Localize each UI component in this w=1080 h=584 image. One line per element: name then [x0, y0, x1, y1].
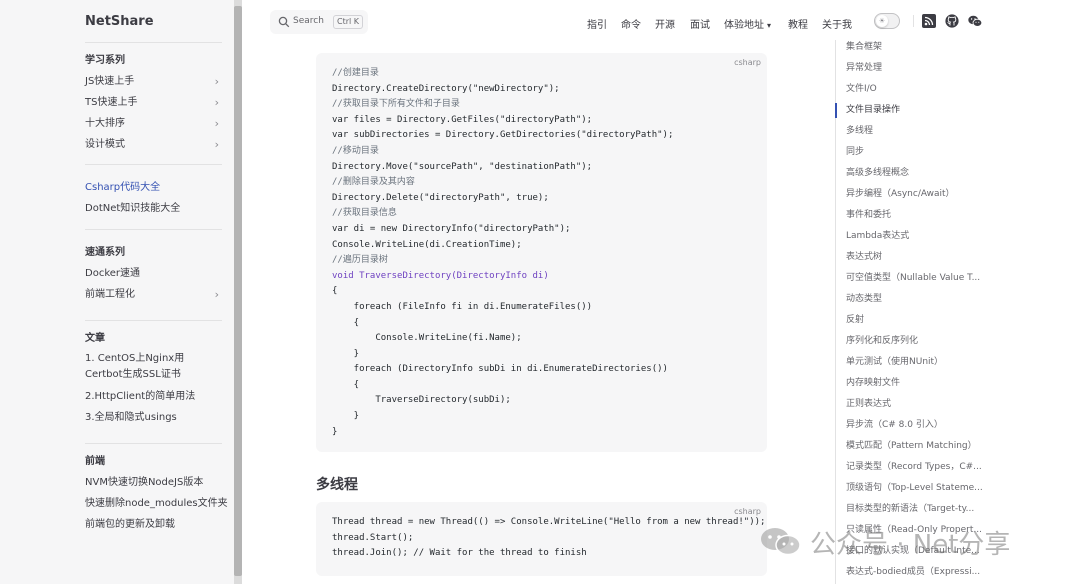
- nav-interview[interactable]: 面试: [690, 16, 710, 31]
- chevron-right-icon[interactable]: ›: [215, 92, 219, 113]
- outline-item[interactable]: 反射: [846, 313, 986, 334]
- sidebar-item-label: 前端工程化: [85, 289, 135, 300]
- sidebar-item-label: 设计模式: [85, 139, 125, 150]
- outline-item[interactable]: 异步编程（Async/Await）: [846, 187, 986, 208]
- sidebar-item-delete-node-modules[interactable]: 快速删除node_modules文件夹: [85, 493, 228, 514]
- theme-toggle[interactable]: ☀: [874, 13, 900, 29]
- outline-item[interactable]: 多线程: [846, 124, 986, 145]
- search-shortcut: Ctrl K: [333, 15, 364, 29]
- nav-opensource[interactable]: 开源: [655, 16, 675, 31]
- outline-item[interactable]: 高级多线程概念: [846, 166, 986, 187]
- outline-item[interactable]: 记录类型（Record Types，C#...: [846, 460, 986, 481]
- outline-item[interactable]: 事件和委托: [846, 208, 986, 229]
- chevron-right-icon[interactable]: ›: [215, 113, 219, 134]
- outline-item[interactable]: 序列化和反序列化: [846, 334, 986, 355]
- sidebar-item-csharp[interactable]: Csharp代码大全: [85, 177, 222, 198]
- divider: [85, 320, 222, 321]
- divider: [85, 229, 222, 230]
- outline-item[interactable]: Lambda表达式: [846, 229, 986, 250]
- nav-demo-label: 体验地址: [724, 20, 764, 31]
- sidebar-group-learning: 学习系列 JS快速上手 › TS快速上手 › 十大排序 › 设计模式 ›: [85, 50, 222, 155]
- divider: [85, 443, 222, 444]
- nav-commands[interactable]: 命令: [621, 16, 641, 31]
- wechat-logo-icon: [761, 528, 801, 556]
- outline-item[interactable]: 文件I/O: [846, 82, 986, 103]
- sidebar-item-label: JS快速上手: [85, 76, 135, 87]
- outline-item[interactable]: 同步: [846, 145, 986, 166]
- outline-item[interactable]: 模式匹配（Pattern Matching）: [846, 439, 986, 460]
- sidebar-item-dotnet[interactable]: DotNet知识技能大全: [85, 198, 222, 219]
- scrollbar-thumb[interactable]: [234, 6, 242, 576]
- sidebar-group-title: 学习系列: [85, 55, 125, 66]
- sun-icon: ☀: [876, 15, 888, 27]
- chevron-right-icon[interactable]: ›: [215, 71, 219, 92]
- sidebar-group-speedrun: 速通系列 Docker速通 前端工程化 ›: [85, 242, 222, 305]
- sidebar-group-title: 文章: [85, 333, 105, 344]
- sidebar-item-ts[interactable]: TS快速上手 ›: [85, 92, 222, 113]
- divider: [85, 42, 222, 43]
- sidebar-item-design-patterns[interactable]: 设计模式 ›: [85, 134, 222, 155]
- code-content: //创建目录 Directory.CreateDirectory("newDir…: [332, 68, 674, 437]
- outline-item[interactable]: 内存映射文件: [846, 376, 986, 397]
- nav-about[interactable]: 关于我: [822, 16, 852, 31]
- sidebar-item-sorting[interactable]: 十大排序 ›: [85, 113, 222, 134]
- divider: [913, 15, 914, 27]
- sidebar-item-article-1[interactable]: 1. CentOS上Nginx用Certbot生成SSL证书: [85, 349, 222, 386]
- sidebar: NetShare 学习系列 JS快速上手 › TS快速上手 › 十大排序 › 设计模式…: [0, 0, 234, 584]
- outline-item[interactable]: 单元测试（使用NUnit）: [846, 355, 986, 376]
- sidebar-item-docker[interactable]: Docker速通: [85, 263, 222, 284]
- github-icon[interactable]: [945, 14, 959, 28]
- outline-item[interactable]: 可空值类型（Nullable Value T...: [846, 271, 986, 292]
- sidebar-item-frontend-engineering[interactable]: 前端工程化 ›: [85, 284, 222, 305]
- outline-item[interactable]: 顶级语句（Top-Level Stateme...: [846, 481, 986, 502]
- sidebar-item-label: TS快速上手: [85, 97, 138, 108]
- sidebar-item-js[interactable]: JS快速上手 ›: [85, 71, 222, 92]
- sidebar-group-frontend: 前端 NVM快速切换NodeJS版本 快速删除node_modules文件夹 前…: [85, 451, 228, 535]
- sidebar-group-title: 速通系列: [85, 247, 125, 258]
- sidebar-item-article-3[interactable]: 3.全局和隐式usings: [85, 407, 222, 428]
- chevron-right-icon[interactable]: ›: [215, 284, 219, 305]
- outline-active-marker: [835, 103, 837, 118]
- sidebar-group-csharp: Csharp代码大全 DotNet知识技能大全: [85, 177, 222, 219]
- outline-item[interactable]: 异步流（C# 8.0 引入）: [846, 418, 986, 439]
- chevron-right-icon[interactable]: ›: [215, 134, 219, 155]
- divider: [85, 164, 222, 165]
- code-content: Thread thread = new Thread(() => Console…: [332, 517, 766, 559]
- code-block-directory: csharp //创建目录 Directory.CreateDirectory(…: [316, 53, 767, 452]
- sidebar-item-package-update[interactable]: 前端包的更新及卸载: [85, 514, 222, 535]
- outline-item-active[interactable]: 文件目录操作: [846, 103, 986, 124]
- sidebar-item-nvm[interactable]: NVM快速切换NodeJS版本: [85, 472, 222, 493]
- nav-demo[interactable]: 体验地址 ▾: [724, 16, 771, 31]
- sidebar-item-label: 十大排序: [85, 118, 125, 129]
- code-language-label: csharp: [734, 58, 761, 67]
- outline-item[interactable]: 表达式-bodied成员（Expressi...: [846, 565, 986, 584]
- rss-icon[interactable]: [922, 14, 936, 28]
- outline-item[interactable]: 异常处理: [846, 61, 986, 82]
- chevron-down-icon: ▾: [767, 21, 772, 30]
- watermark-text: 公众号 · Net分享: [810, 530, 1011, 560]
- sidebar-group-title: 前端: [85, 456, 105, 467]
- nav-tutorials[interactable]: 教程: [788, 16, 808, 31]
- search-button[interactable]: Search Ctrl K: [270, 10, 368, 34]
- site-title[interactable]: NetShare: [85, 14, 154, 29]
- wechat-icon[interactable]: [968, 14, 982, 28]
- outline-item[interactable]: 目标类型的新语法（Target-ty...: [846, 502, 986, 523]
- sidebar-group-articles: 文章 1. CentOS上Nginx用Certbot生成SSL证书 2.Http…: [85, 328, 222, 428]
- outline-track: [835, 40, 836, 584]
- page-outline: 集合框架 异常处理 文件I/O 文件目录操作 多线程 同步 高级多线程概念 异步…: [846, 40, 986, 584]
- outline-item[interactable]: 动态类型: [846, 292, 986, 313]
- search-label: Search: [293, 16, 324, 26]
- code-block-thread: csharp Thread thread = new Thread(() => …: [316, 502, 767, 576]
- outline-item[interactable]: 表达式树: [846, 250, 986, 271]
- section-heading-multithreading: 多线程: [316, 477, 358, 493]
- outline-item[interactable]: 集合框架: [846, 40, 986, 61]
- search-icon: [278, 16, 290, 28]
- nav-guide[interactable]: 指引: [587, 16, 607, 31]
- sidebar-item-article-2[interactable]: 2.HttpClient的简单用法: [85, 386, 222, 407]
- outline-item[interactable]: 正则表达式: [846, 397, 986, 418]
